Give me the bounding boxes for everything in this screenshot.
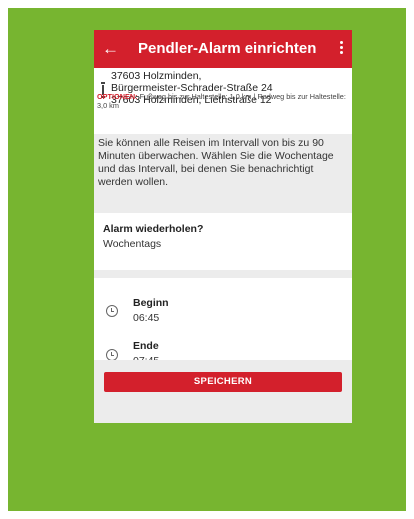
start-time[interactable]: 06:45 [133,312,159,324]
divider [94,270,352,278]
options-label: OPTIONEN: [97,92,138,101]
route-origin-line1: 37603 Holzminden, [111,70,202,82]
route-options: OPTIONEN: Fußweg bis zur Haltestelle: 1,… [97,92,347,110]
arrow-back-icon[interactable]: ← [102,39,119,59]
phone-screen: ← Pendler-Alarm einrichten 37603 Holzmin… [94,30,352,423]
green-background: ← Pendler-Alarm einrichten 37603 Holzmin… [8,8,406,511]
repeat-label: Alarm wiederholen? [103,223,204,235]
more-vert-icon[interactable] [340,41,344,57]
clock-icon [106,305,118,317]
page-title: Pendler-Alarm einrichten [138,40,317,57]
save-button[interactable]: SPEICHERN [104,372,342,392]
info-panel: Sie können alle Reisen im Intervall von … [94,134,352,213]
repeat-setting[interactable]: Alarm wiederholen? Wochentags [94,213,352,270]
app-bar: ← Pendler-Alarm einrichten [94,30,352,68]
end-label[interactable]: Ende [133,340,159,352]
repeat-value: Wochentags [103,238,162,250]
info-text: Sie können alle Reisen im Intervall von … [98,137,334,188]
time-settings: Beginn 06:45 Ende 07:45 [94,278,352,367]
start-label[interactable]: Beginn [133,297,169,309]
